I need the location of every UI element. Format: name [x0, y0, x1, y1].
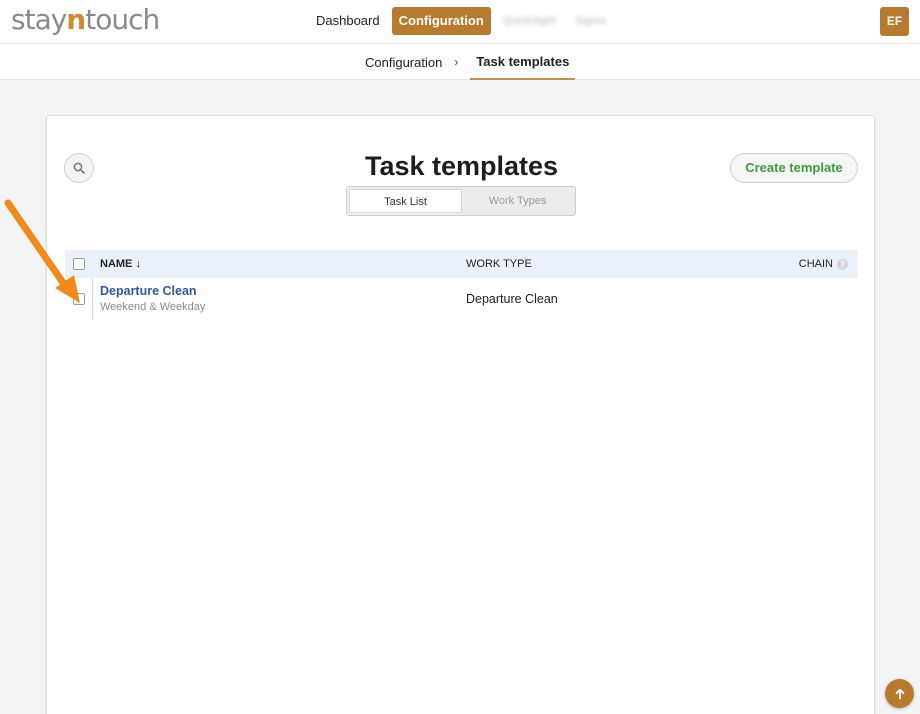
- nav-blurred-item-1[interactable]: QuickSight: [496, 7, 563, 35]
- breadcrumb-current: Task templates: [470, 44, 576, 80]
- main-card: Task templates Create template Task List…: [46, 115, 875, 714]
- row-checkbox[interactable]: [73, 293, 85, 305]
- chain-label: CHAIN: [798, 258, 833, 270]
- logo-accent: n: [66, 3, 86, 36]
- logo-suffix: touch: [85, 3, 160, 36]
- breadcrumb-bar: Configuration › Task templates: [0, 44, 920, 80]
- select-all-checkbox[interactable]: [73, 258, 85, 270]
- top-bar: stayntouch Dashboard Configuration Quick…: [0, 0, 920, 44]
- user-avatar[interactable]: EF: [880, 7, 909, 36]
- arrow-up-icon: [895, 688, 904, 699]
- logo-prefix: stay: [11, 3, 67, 36]
- scroll-to-top-button[interactable]: [885, 679, 914, 708]
- table-header: NAME ↓ WORK TYPE CHAIN ?: [65, 250, 858, 278]
- column-header-name[interactable]: NAME ↓: [100, 250, 141, 278]
- task-name-link[interactable]: Departure Clean: [100, 284, 197, 298]
- app-logo[interactable]: stayntouch: [11, 3, 160, 36]
- help-icon[interactable]: ?: [837, 258, 848, 270]
- task-schedule: Weekend & Weekday: [100, 301, 206, 313]
- tab-work-types[interactable]: Work Types: [462, 189, 573, 213]
- column-header-work-type: WORK TYPE: [466, 258, 532, 270]
- task-templates-table: NAME ↓ WORK TYPE CHAIN ? Departure Clean…: [65, 250, 858, 320]
- tab-task-list[interactable]: Task List: [349, 189, 462, 213]
- table-row: Departure Clean Weekend & Weekday Depart…: [65, 278, 858, 320]
- task-work-type: Departure Clean: [466, 292, 558, 306]
- breadcrumb-separator: ›: [454, 55, 459, 69]
- nav-configuration[interactable]: Configuration: [391, 7, 491, 35]
- main-nav: Dashboard Configuration QuickSight Sigma: [309, 7, 618, 35]
- view-tabs: Task List Work Types: [346, 186, 576, 216]
- breadcrumb-configuration[interactable]: Configuration: [365, 55, 442, 70]
- column-header-chain: CHAIN ?: [799, 250, 848, 278]
- nav-blurred-item-2[interactable]: Sigma: [568, 7, 613, 35]
- nav-dashboard[interactable]: Dashboard: [309, 7, 387, 35]
- breadcrumb: Configuration › Task templates: [365, 44, 576, 80]
- create-template-button[interactable]: Create template: [730, 153, 858, 183]
